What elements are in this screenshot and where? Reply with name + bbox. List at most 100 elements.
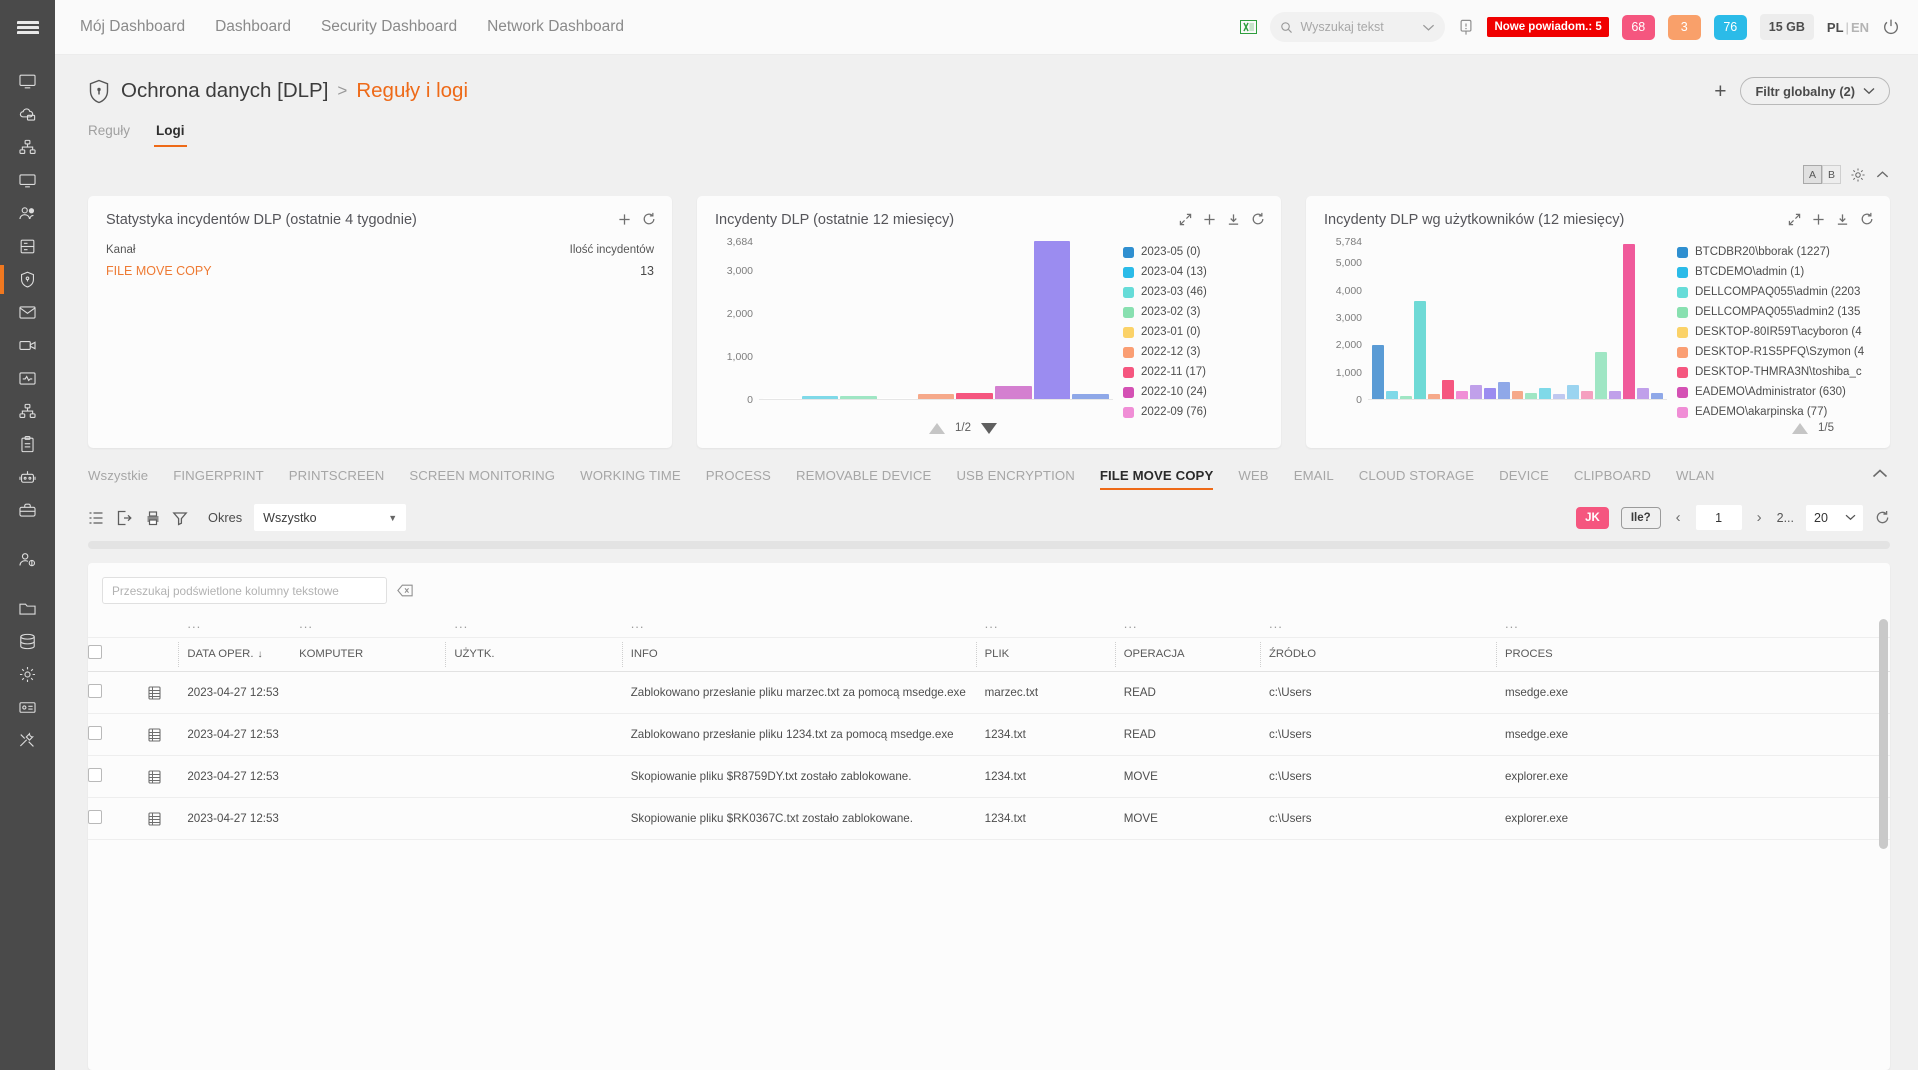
sidebar-item-server[interactable] xyxy=(0,230,55,263)
channel-tab-device[interactable]: DEVICE xyxy=(1499,464,1549,492)
grid-vertical-scrollbar[interactable] xyxy=(1879,619,1888,1070)
chart-bar[interactable] xyxy=(840,395,878,399)
global-search-box[interactable]: Wyszukaj tekst xyxy=(1270,12,1446,42)
legend-item[interactable]: 2022-12 (3) xyxy=(1123,342,1263,362)
chart-bar[interactable] xyxy=(917,394,955,399)
period-select[interactable]: Wszystko ▼ xyxy=(254,504,407,531)
th-operacja[interactable]: OPERACJA xyxy=(1114,637,1269,672)
chart-bar[interactable] xyxy=(1553,394,1566,399)
add-icon[interactable] xyxy=(618,213,631,226)
global-filter-button[interactable]: Filtr globalny (2) xyxy=(1740,77,1890,105)
chart-bar[interactable] xyxy=(1525,392,1538,399)
sidebar-item-tools[interactable] xyxy=(0,724,55,757)
filter-dots-user[interactable]: ... xyxy=(454,616,631,638)
chart-bar[interactable] xyxy=(1372,345,1384,399)
th-data-oper[interactable]: DATA OPER. ↓ xyxy=(178,637,300,672)
legend-item[interactable]: DESKTOP-R1S5PFQ\Szymon (4 xyxy=(1677,342,1872,362)
th-proces[interactable]: PROCES xyxy=(1495,637,1890,672)
breadcrumb-root[interactable]: Ochrona danych [DLP] xyxy=(121,79,328,103)
filter-dots-computer[interactable]: ... xyxy=(299,616,455,638)
sidebar-item-robot[interactable] xyxy=(0,461,55,494)
channel-tab-wszystkie[interactable]: Wszystkie xyxy=(88,464,148,492)
sidebar-item-camera[interactable] xyxy=(0,329,55,362)
refresh-grid-icon[interactable] xyxy=(1875,510,1890,525)
channel-tab-printscreen[interactable]: PRINTSCREEN xyxy=(289,464,385,492)
channel-tab-cloud-storage[interactable]: CLOUD STORAGE xyxy=(1359,464,1474,492)
channel-tab-web[interactable]: WEB xyxy=(1238,464,1268,492)
sidebar-item-database[interactable] xyxy=(0,625,55,658)
chart-bar[interactable] xyxy=(1413,301,1426,399)
filter-dots-source[interactable]: ... xyxy=(1269,616,1505,638)
stats-row-channel[interactable]: FILE MOVE COPY xyxy=(106,264,640,278)
page-down-icon[interactable] xyxy=(981,422,997,434)
legend-item[interactable]: 2023-03 (46) xyxy=(1123,282,1263,302)
alert-icon[interactable] xyxy=(1458,19,1474,36)
sidebar-item-desktop[interactable] xyxy=(0,164,55,197)
sidebar-item-user-settings[interactable] xyxy=(0,543,55,576)
sidebar-item-network[interactable] xyxy=(0,131,55,164)
chart-bar[interactable] xyxy=(1427,394,1440,399)
channel-tab-wlan[interactable]: WLAN xyxy=(1676,464,1715,492)
download-icon[interactable] xyxy=(1836,213,1849,226)
lang-pl[interactable]: PL xyxy=(1827,20,1844,35)
filter-dots-process[interactable]: ... xyxy=(1504,616,1890,638)
channel-tab-fingerprint[interactable]: FINGERPRINT xyxy=(173,464,263,492)
legend-item[interactable]: 2023-02 (3) xyxy=(1123,302,1263,322)
sidebar-item-monitor[interactable] xyxy=(0,65,55,98)
legend-item[interactable]: DELLCOMPAQ055\admin2 (135 xyxy=(1677,302,1872,322)
legend-item[interactable]: 2022-09 (76) xyxy=(1123,402,1263,422)
stats-row[interactable]: FILE MOVE COPY 13 xyxy=(106,264,654,278)
nav-dashboard[interactable]: Dashboard xyxy=(215,18,291,36)
th-info[interactable]: INFO xyxy=(621,637,985,672)
sidebar-item-activity[interactable] xyxy=(0,362,55,395)
select-all-checkbox[interactable] xyxy=(88,645,102,659)
row-checkbox[interactable] xyxy=(88,684,102,698)
chart-bar[interactable] xyxy=(1539,387,1552,399)
th-plik[interactable]: PLIK xyxy=(975,637,1124,672)
nav-moj-dashboard[interactable]: Mój Dashboard xyxy=(80,18,185,36)
legend-item[interactable]: DELLCOMPAQ055\admin (2203 xyxy=(1677,282,1872,302)
nav-network-dashboard[interactable]: Network Dashboard xyxy=(487,18,624,36)
excel-export-icon[interactable] xyxy=(1240,20,1258,34)
refresh-icon[interactable] xyxy=(1860,212,1874,226)
expand-icon[interactable] xyxy=(1179,213,1192,226)
print-icon[interactable] xyxy=(144,510,160,526)
chart-bar[interactable] xyxy=(1441,380,1454,399)
next-page-button[interactable]: › xyxy=(1754,509,1765,526)
sidebar-item-users[interactable] xyxy=(0,197,55,230)
grid-search-input[interactable] xyxy=(102,577,387,604)
channel-tab-clipboard[interactable]: CLIPBOARD xyxy=(1574,464,1651,492)
menu-toggle-button[interactable] xyxy=(0,0,55,55)
chart-bar[interactable] xyxy=(1637,387,1650,399)
page-number-input[interactable] xyxy=(1695,505,1742,530)
user-initials-badge[interactable]: JK xyxy=(1576,506,1609,529)
table-row[interactable]: 2023-04-27 12:53 Zablokowano przesłanie p… xyxy=(88,713,1890,756)
legend-item[interactable]: BTCDEMO\admin (1) xyxy=(1677,262,1872,282)
record-icon[interactable] xyxy=(148,685,161,700)
lang-en[interactable]: EN xyxy=(1851,20,1869,35)
sidebar-item-clipboard[interactable] xyxy=(0,428,55,461)
channel-tab-working-time[interactable]: WORKING TIME xyxy=(580,464,681,492)
sidebar-item-gear[interactable] xyxy=(0,658,55,691)
legend-item[interactable]: BTCDBR20\bborak (1227) xyxy=(1677,242,1872,262)
channel-tab-process[interactable]: PROCESS xyxy=(706,464,771,492)
legend-item[interactable]: DESKTOP-THMRA3N\toshiba_c xyxy=(1677,362,1872,382)
chevron-down-icon[interactable] xyxy=(1422,23,1435,32)
chart-bar[interactable] xyxy=(956,392,994,399)
collapse-tabs-icon[interactable] xyxy=(1870,464,1890,484)
sidebar-item-mail[interactable] xyxy=(0,296,55,329)
legend-item[interactable]: 2022-10 (24) xyxy=(1123,382,1263,402)
legend-item[interactable]: 2023-04 (13) xyxy=(1123,262,1263,282)
chart-bar[interactable] xyxy=(1567,384,1580,399)
legend-item[interactable]: DESKTOP-80IR59T\acyboron (4 xyxy=(1677,322,1872,342)
page-up-icon[interactable] xyxy=(1792,422,1808,434)
table-row[interactable]: 2023-04-27 12:53 Zablokowano przesłanie p… xyxy=(88,671,1890,714)
table-row[interactable]: 2023-04-27 12:53 Skopiowanie pliku $RK036… xyxy=(88,797,1890,840)
power-icon[interactable] xyxy=(1882,18,1900,36)
chart-bar[interactable] xyxy=(1623,244,1636,399)
chart-bar[interactable] xyxy=(1511,391,1524,399)
download-icon[interactable] xyxy=(1227,213,1240,226)
chart-bar[interactable] xyxy=(1033,241,1071,399)
language-switcher[interactable]: PL | EN xyxy=(1827,20,1869,35)
nav-security-dashboard[interactable]: Security Dashboard xyxy=(321,18,457,36)
